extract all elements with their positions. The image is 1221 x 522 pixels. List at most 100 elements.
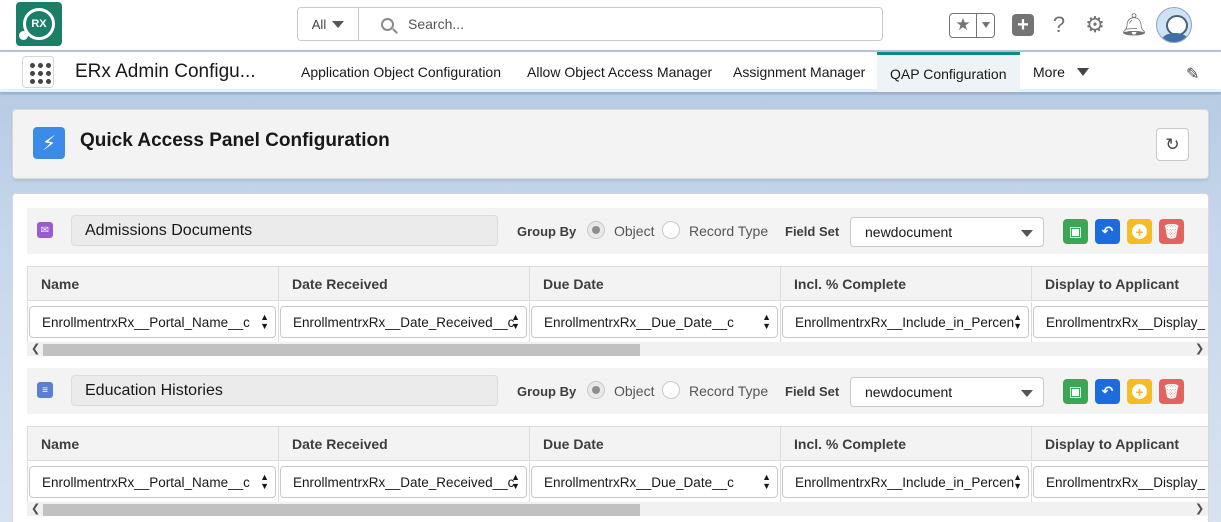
user-avatar[interactable] [1156,7,1192,43]
scrollbar-thumb[interactable] [43,504,640,516]
updown-arrows-icon: ▲ ▼ [260,312,269,331]
column-header: Name [27,266,278,301]
add-button[interactable]: + [1127,219,1152,244]
favorites-star-icon[interactable]: ★ [950,13,977,37]
chevron-down-icon [981,22,990,28]
column-header: Date Received [278,426,529,461]
search-icon [381,17,394,31]
grid-header-row: Name Date Received Due Date Incl. % Comp… [27,266,1208,301]
section-name-field[interactable]: Admissions Documents [71,215,498,246]
add-button[interactable]: + [1127,379,1152,404]
field-picklist[interactable]: EnrollmentrxRx__Display_▲▼ [1033,466,1208,498]
grid-header-row: Name Date Received Due Date Incl. % Comp… [27,426,1208,461]
edit-nav-pencil-icon[interactable]: ✎ [1186,64,1199,84]
trash-icon: 🗑︎ [1162,383,1181,399]
column-header: Due Date [529,426,780,461]
tab-allow-object-access-manager[interactable]: Allow Object Access Manager [514,52,725,92]
logo-mark: RX [19,8,55,40]
chevron-down-icon [1021,230,1033,237]
section-toolbar: ✉ Admissions Documents Group By Object R… [27,208,1208,254]
app-launcher-waffle-icon[interactable] [22,56,54,88]
field-picklist[interactable]: EnrollmentrxRx__Include_in_Percen ▲ ▼ [782,306,1029,338]
app-name: ERx Admin Configu... [75,61,256,82]
grid-value-row: EnrollmentrxRx__Portal_Name__c ▲ ▼ Enrollm… [27,462,1208,502]
field-mapping-grid: Name Date Received Due Date Incl. % Comp… [27,426,1208,516]
notifications-bell-icon[interactable]: 🔔︎ [1120,12,1148,38]
tab-application-object-configuration[interactable]: Application Object Configuration [288,52,514,92]
scrollbar-thumb[interactable] [43,344,640,356]
refresh-button[interactable]: ↻ [1156,128,1189,161]
tab-qap-configuration[interactable]: QAP Configuration [877,52,1020,92]
field-set-value: newdocument [865,224,953,240]
field-picklist[interactable]: EnrollmentrxRx__Due_Date__c ▲ ▼ [531,466,778,498]
field-set-label: Field Set [785,224,840,239]
updown-arrows-icon: ▲ ▼ [1013,312,1022,331]
group-by-record-type-label: Record Type [689,383,769,399]
column-header: Date Received [278,266,529,301]
qap-config-card: ✉ Admissions Documents Group By Object R… [12,193,1209,522]
chevron-down-icon [1076,68,1089,76]
header-utility-icons: ★ + ? ⚙ 🔔︎ [949,6,1192,44]
group-by-object-label: Object [614,223,655,239]
horizontal-scrollbar[interactable]: ❮ ❯ [27,342,1208,356]
group-by-record-type-label: Record Type [689,223,769,239]
delete-button[interactable]: 🗑︎ [1159,219,1184,244]
field-picklist[interactable]: EnrollmentrxRx__Display_▲▼ [1033,306,1208,338]
column-header: Due Date [529,266,780,301]
field-set-select[interactable]: newdocument [850,377,1044,407]
field-set-value: newdocument [865,384,953,400]
save-button[interactable]: ▣ [1063,219,1088,244]
group-by-object-radio[interactable] [587,221,605,239]
field-picklist[interactable]: EnrollmentrxRx__Date_Received__c ▲ ▼ [280,306,527,338]
setup-gear-icon[interactable]: ⚙ [1084,12,1106,38]
field-picklist[interactable]: EnrollmentrxRx__Include_in_Percen ▲ ▼ [782,466,1029,498]
envelope-icon: ✉ [37,222,53,238]
chevron-down-icon [332,20,345,28]
undo-button[interactable]: ↶ [1095,219,1120,244]
global-header: RX All ★ + ? ⚙ 🔔︎ [0,0,1221,50]
save-icon: ▣ [1068,383,1083,399]
group-by-label: Group By [517,224,577,239]
group-by-object-label: Object [614,383,655,399]
form-icon: ≡ [37,382,53,398]
page-title: Quick Access Panel Configuration [80,130,390,151]
delete-button[interactable]: 🗑︎ [1159,379,1184,404]
column-header: Name [27,426,278,461]
tab-more[interactable]: More [1020,52,1102,92]
section-name-field[interactable]: Education Histories [71,375,498,406]
group-by-label: Group By [517,384,577,399]
help-question-icon[interactable]: ? [1048,12,1070,38]
section-toolbar: ≡ Education Histories Group By Object Re… [27,368,1208,414]
tab-assignment-manager[interactable]: Assignment Manager [720,52,878,92]
favorites-list-button[interactable] [977,14,994,37]
search-scope-label: All [311,16,327,32]
field-set-select[interactable]: newdocument [850,217,1044,247]
scroll-left-icon[interactable]: ❮ [31,342,40,356]
grid-value-row: EnrollmentrxRx__Portal_Name__c ▲ ▼ Enrollm… [27,302,1208,342]
scroll-right-icon[interactable]: ❯ [1195,502,1204,516]
group-by-record-type-radio[interactable] [662,221,680,239]
add-icon: + [1132,384,1147,399]
app-logo[interactable]: RX [16,2,62,46]
save-icon: ▣ [1068,223,1083,239]
global-search: All [297,7,883,41]
horizontal-scrollbar[interactable]: ❮ ❯ [27,502,1208,516]
page-header: ⚡︎ Quick Access Panel Configuration ↻ [12,109,1209,179]
field-picklist[interactable]: EnrollmentrxRx__Portal_Name__c ▲ ▼ [29,466,276,498]
scroll-right-icon[interactable]: ❯ [1195,342,1204,356]
column-header: Display to Applicant [1031,266,1208,301]
scroll-left-icon[interactable]: ❮ [31,502,40,516]
search-input[interactable] [408,16,828,32]
field-picklist[interactable]: EnrollmentrxRx__Date_Received__c ▲ ▼ [280,466,527,498]
save-button[interactable]: ▣ [1063,379,1088,404]
search-scope-dropdown[interactable]: All [298,8,359,40]
add-icon: + [1132,224,1147,239]
group-by-object-radio[interactable] [587,381,605,399]
undo-button[interactable]: ↶ [1095,379,1120,404]
field-picklist[interactable]: EnrollmentrxRx__Due_Date__c ▲ ▼ [531,306,778,338]
updown-arrows-icon: ▲ ▼ [260,472,269,491]
field-picklist[interactable]: EnrollmentrxRx__Portal_Name__c ▲ ▼ [29,306,276,338]
global-actions-plus-icon[interactable]: + [1012,14,1034,36]
app-navigation-bar: ERx Admin Configu... Application Object … [0,52,1221,92]
group-by-record-type-radio[interactable] [662,381,680,399]
